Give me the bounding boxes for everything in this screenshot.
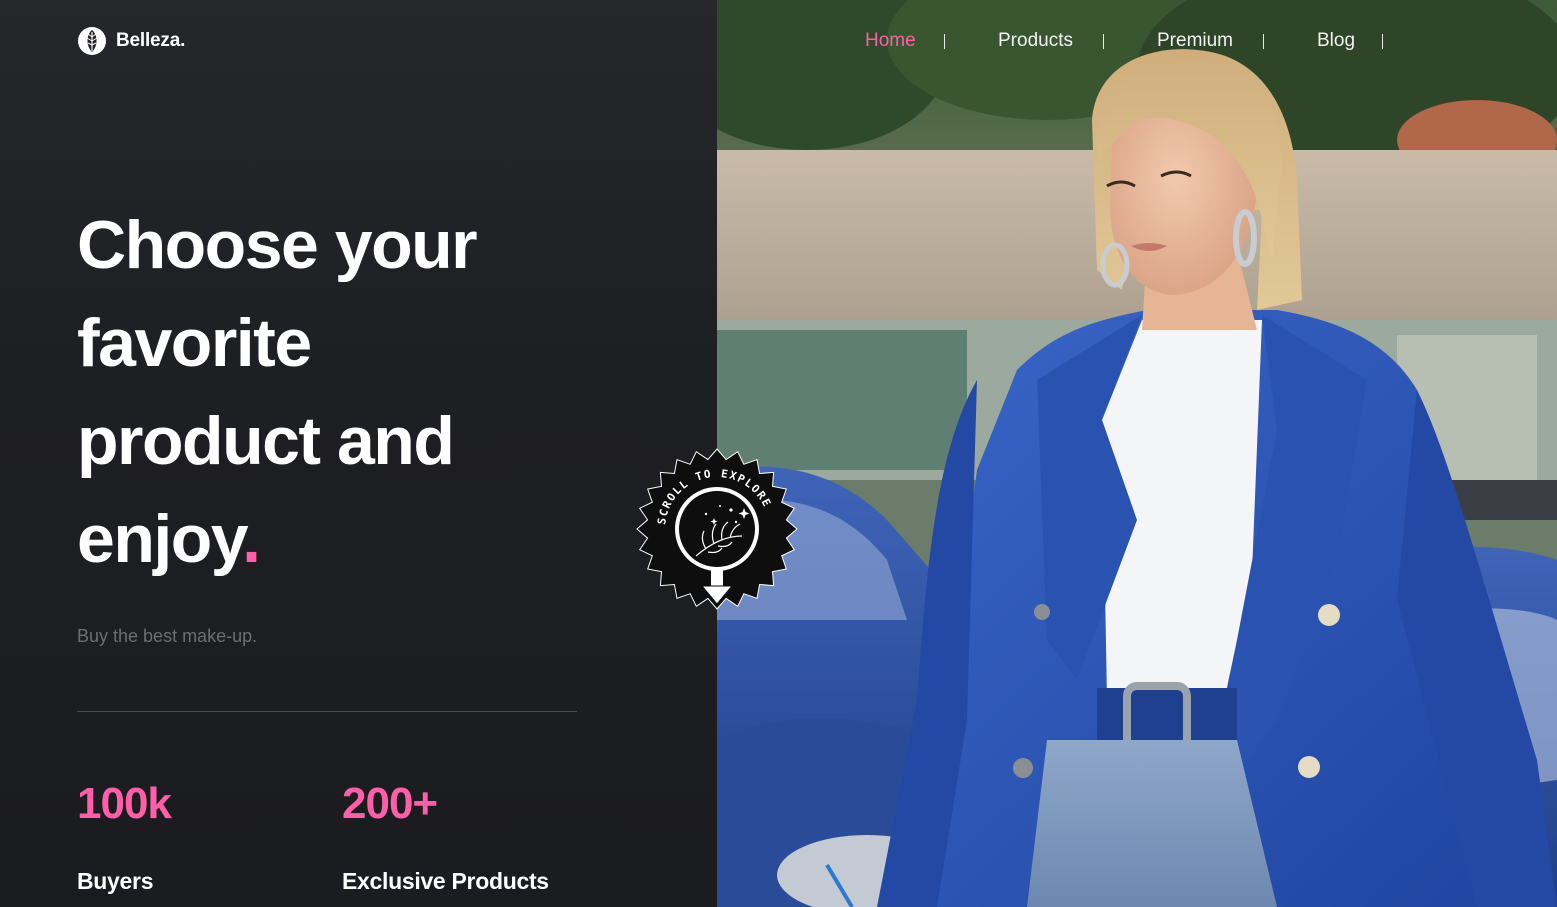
hero-photo — [717, 0, 1557, 907]
main-nav: Home Products Premium Blog — [0, 30, 1557, 54]
headline-line: enjoy — [77, 501, 244, 577]
hero-subtitle: Buy the best make-up. — [77, 626, 258, 646]
headline-line: favorite — [77, 305, 312, 381]
nav-premium[interactable]: Premium — [1157, 30, 1233, 52]
nav-blog[interactable]: Blog — [1317, 30, 1355, 52]
nav-separator — [1263, 34, 1264, 49]
stat-label: Buyers — [77, 868, 154, 894]
nav-products[interactable]: Products — [998, 30, 1073, 52]
scroll-to-explore-badge[interactable]: SCROLL TO EXPLORE — [636, 448, 798, 610]
badge-seal-icon: SCROLL TO EXPLORE — [636, 448, 798, 610]
stat-value: 100k — [77, 779, 172, 828]
nav-home[interactable]: Home — [865, 30, 916, 52]
nav-separator — [1382, 34, 1383, 49]
nav-separator — [1103, 34, 1104, 49]
stat-products: 200+ Exclusive Products — [342, 776, 549, 894]
nav-separator — [944, 34, 945, 49]
stat-label: Exclusive Products — [342, 868, 549, 894]
hero-headline: Choose your favorite product and enjoy. — [77, 196, 637, 588]
headline-accent-dot: . — [242, 501, 261, 577]
hero-panel: Belleza. Choose your favorite product an… — [0, 0, 717, 907]
model-photo — [717, 0, 1557, 907]
headline-line: product and — [77, 403, 455, 479]
divider — [77, 711, 577, 712]
stat-value: 200+ — [342, 779, 438, 828]
headline-line: Choose your — [77, 207, 478, 283]
stat-buyers: 100k Buyers — [77, 776, 172, 894]
